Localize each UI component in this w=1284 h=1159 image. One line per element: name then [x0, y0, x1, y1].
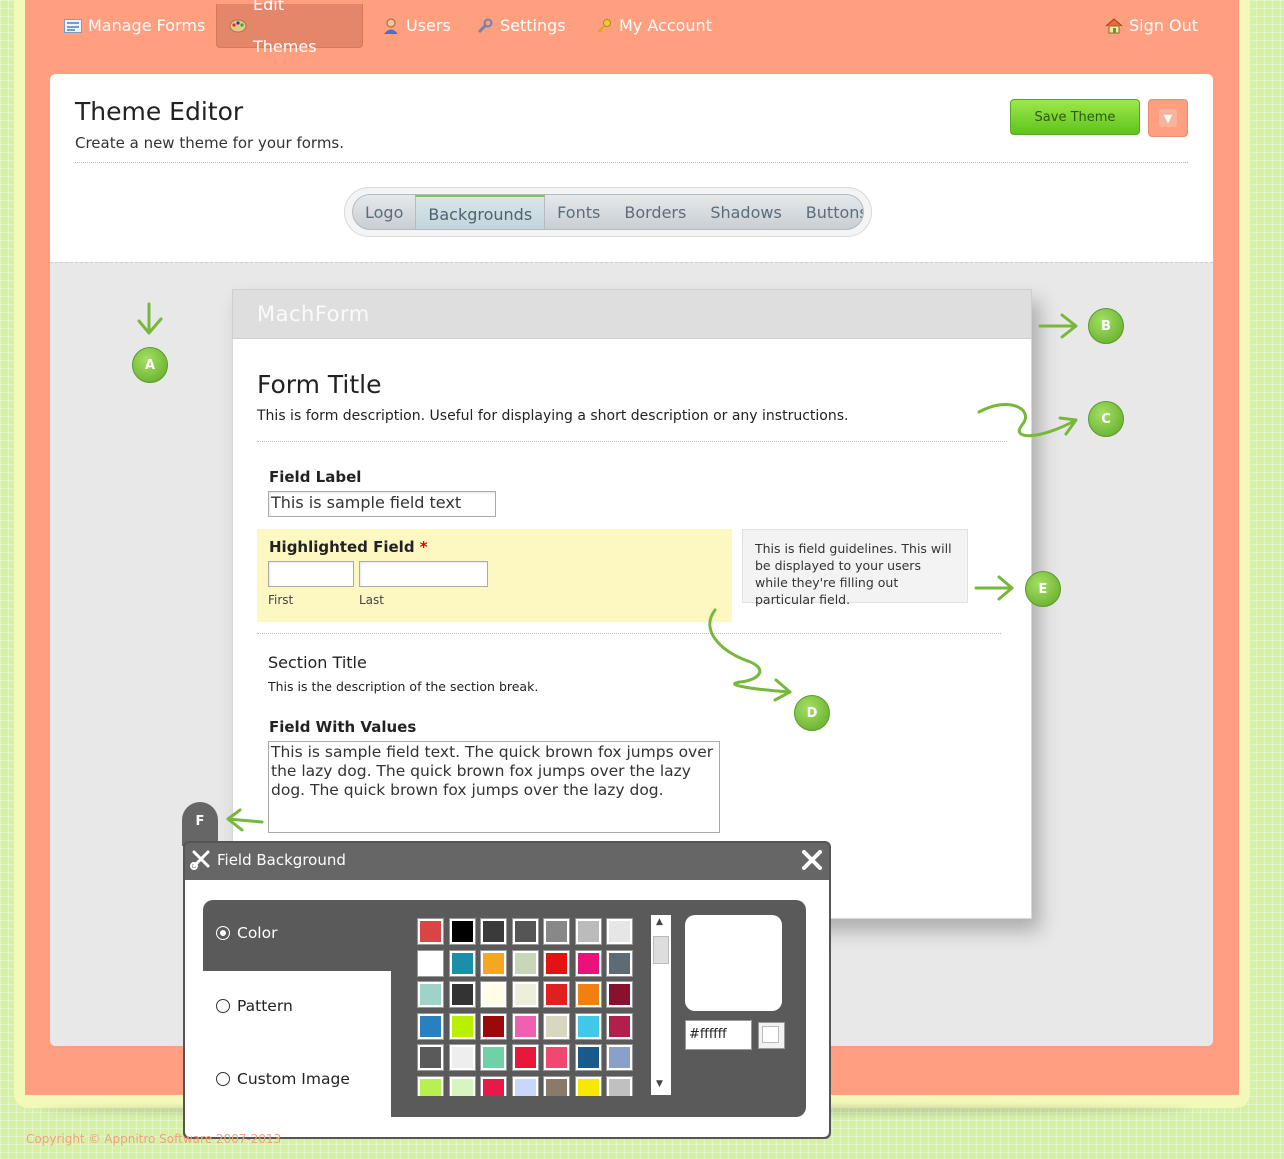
- color-swatch[interactable]: [607, 982, 632, 1007]
- color-swatch[interactable]: [481, 1013, 506, 1039]
- color-swatch[interactable]: [544, 1076, 569, 1096]
- color-swatch[interactable]: [575, 1076, 601, 1096]
- arrow-c: [977, 402, 1078, 438]
- color-swatch[interactable]: [575, 982, 601, 1007]
- color-swatch[interactable]: [544, 950, 569, 976]
- color-palette: [413, 913, 643, 1096]
- arrow-f: [226, 808, 264, 832]
- color-swatch[interactable]: [512, 919, 538, 944]
- option-pattern[interactable]: Pattern: [216, 997, 293, 1015]
- color-swatch[interactable]: [418, 1013, 443, 1039]
- marker-a: A: [132, 347, 168, 383]
- color-swatch[interactable]: [418, 919, 443, 944]
- color-swatch[interactable]: [418, 982, 443, 1007]
- color-swatch[interactable]: [481, 1045, 506, 1070]
- radio-pattern[interactable]: [216, 999, 230, 1013]
- radio-custom-image[interactable]: [216, 1072, 230, 1086]
- panel-title: Field Background: [217, 851, 346, 869]
- color-swatch[interactable]: [512, 950, 538, 976]
- color-swatch[interactable]: [512, 1076, 538, 1096]
- arrow-b: [1038, 313, 1078, 339]
- color-swatch[interactable]: [481, 919, 506, 944]
- color-swatch[interactable]: [449, 950, 475, 976]
- color-swatch[interactable]: [575, 1045, 601, 1070]
- close-icon[interactable]: [800, 848, 824, 876]
- color-swatch[interactable]: [449, 982, 475, 1007]
- scroll-down-icon[interactable]: ▼: [656, 1079, 663, 1089]
- option-color-label: Color: [237, 924, 278, 942]
- arrow-e: [974, 575, 1014, 601]
- color-swatch[interactable]: [418, 1045, 443, 1070]
- color-swatch[interactable]: [512, 1013, 538, 1039]
- arrow-d: [708, 608, 792, 702]
- color-swatch[interactable]: [607, 1045, 632, 1070]
- marker-b: B: [1088, 308, 1124, 344]
- color-swatch[interactable]: [481, 950, 506, 976]
- copyright: Copyright © Appnitro Software 2007-2013: [26, 1132, 282, 1146]
- color-swatch[interactable]: [449, 919, 475, 944]
- color-swatch[interactable]: [481, 1076, 506, 1096]
- color-swatch[interactable]: [449, 1076, 475, 1096]
- color-swatch[interactable]: [607, 1076, 632, 1096]
- radio-color[interactable]: [216, 926, 230, 940]
- option-color[interactable]: Color: [216, 924, 277, 942]
- option-pattern-label: Pattern: [237, 997, 293, 1015]
- color-swatch[interactable]: [544, 982, 569, 1007]
- color-swatch[interactable]: [512, 982, 538, 1007]
- color-swatch[interactable]: [512, 1045, 538, 1070]
- color-swatch[interactable]: [544, 1013, 569, 1039]
- color-swatch[interactable]: [544, 919, 569, 944]
- color-swatch[interactable]: [607, 919, 632, 944]
- marker-f-tab: F: [182, 802, 218, 846]
- marker-e: E: [1025, 571, 1061, 607]
- scroll-up-icon[interactable]: ▲: [656, 917, 663, 927]
- color-swatch[interactable]: [575, 919, 601, 944]
- color-swatch[interactable]: [575, 950, 601, 976]
- color-swatch[interactable]: [481, 982, 506, 1007]
- selected-color-preview: [685, 915, 782, 1011]
- picker-swatch-icon: [762, 1026, 779, 1043]
- color-swatch[interactable]: [449, 1045, 475, 1070]
- hex-color-input[interactable]: #ffffff: [685, 1020, 752, 1050]
- color-swatch[interactable]: [449, 1013, 475, 1039]
- option-custom-image[interactable]: Custom Image: [216, 1070, 350, 1088]
- color-swatch[interactable]: [544, 1045, 569, 1070]
- arrow-a: [137, 302, 163, 335]
- color-swatch[interactable]: [607, 1013, 632, 1039]
- marker-c: C: [1088, 401, 1124, 437]
- color-swatch[interactable]: [575, 1013, 601, 1039]
- scroll-thumb[interactable]: [653, 936, 669, 964]
- option-custom-image-label: Custom Image: [237, 1070, 350, 1088]
- scissors-icon: [190, 848, 212, 874]
- options-list-area: [203, 971, 391, 1117]
- marker-d: D: [794, 695, 830, 731]
- color-swatch[interactable]: [607, 950, 632, 976]
- color-swatch[interactable]: [418, 1076, 443, 1096]
- color-picker-button[interactable]: [758, 1022, 785, 1049]
- color-swatch[interactable]: [418, 950, 443, 976]
